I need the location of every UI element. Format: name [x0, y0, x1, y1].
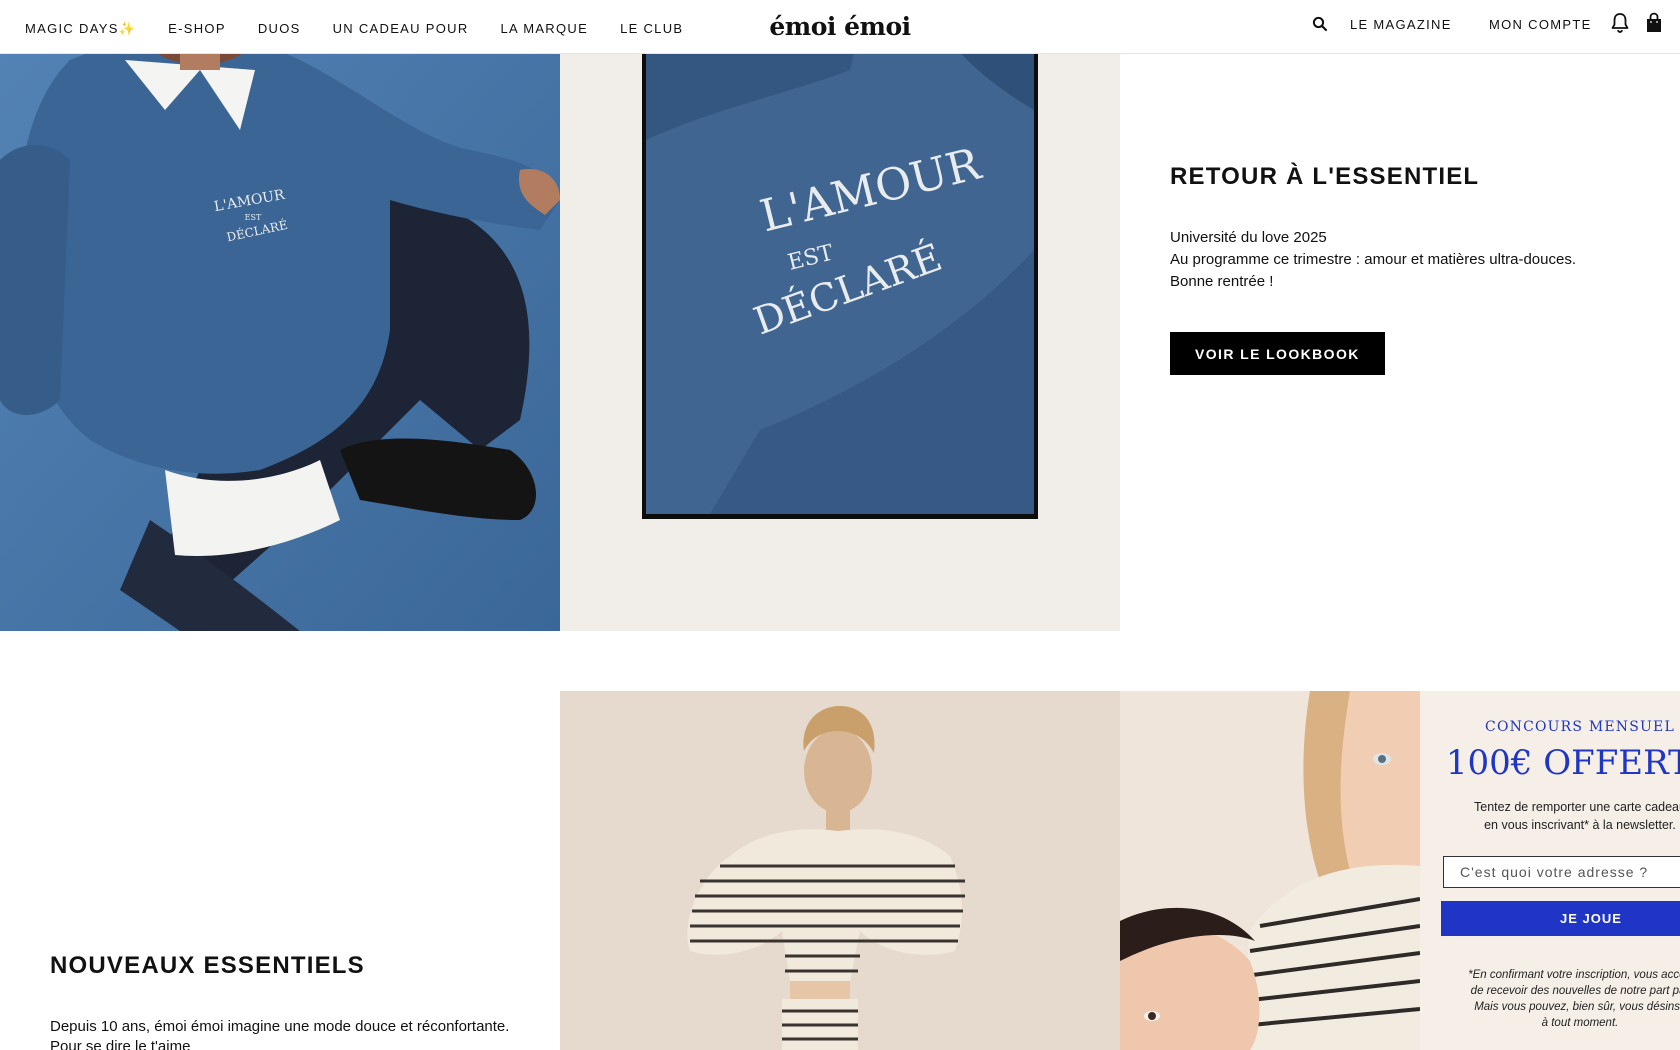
site-logo[interactable]: émoi émoi	[769, 12, 911, 41]
legal-line-4: à tout moment.	[1541, 1017, 1619, 1029]
popup-legal-text: *En confirmant votre inscription, vous a…	[1420, 967, 1680, 1031]
hero-line-1: Université du love 2025	[1170, 229, 1327, 246]
popup-title: 100€ OFFERTS	[1445, 743, 1680, 783]
two-models-photo[interactable]	[1120, 691, 1420, 1050]
striped-model-illustration	[560, 691, 1120, 1050]
hero-model-photo[interactable]: L'AMOUR EST DÉCLARÉ	[0, 0, 560, 631]
popup-text: Tentez de remporter une carte cadeau en …	[1420, 798, 1680, 834]
popup-kicker: CONCOURS MENSUEL	[1485, 719, 1675, 735]
two-models-illustration	[1120, 691, 1420, 1050]
essentials-title: NOUVEAUX ESSENTIELS	[50, 952, 365, 979]
search-icon[interactable]	[1312, 16, 1328, 32]
hero-line-2: Au programme ce trimestre : amour et mat…	[1170, 251, 1576, 268]
nav-le-magazine[interactable]: LE MAGAZINE	[1350, 17, 1452, 32]
site-header: MAGIC DAYS✨ E-SHOP DUOS UN CADEAU POUR L…	[0, 0, 1680, 54]
striped-outfit-photo[interactable]	[560, 691, 1120, 1050]
popup-text-line-1: Tentez de remporter une carte cadeau	[1474, 800, 1680, 814]
newsletter-popup: CONCOURS MENSUEL 100€ OFFERTS Tentez de …	[1420, 691, 1680, 1050]
essentials-line-2: Pour se dire le t'aime	[50, 1038, 191, 1050]
nav-duos[interactable]: DUOS	[258, 21, 301, 37]
hero-text-block: RETOUR À L'ESSENTIEL Université du love …	[1170, 163, 1630, 375]
hero-model-illustration: L'AMOUR EST DÉCLARÉ	[0, 0, 560, 631]
nav-le-club[interactable]: LE CLUB	[620, 21, 683, 37]
nav-magic-days[interactable]: MAGIC DAYS✨	[25, 21, 136, 37]
bell-icon[interactable]	[1610, 12, 1630, 34]
hero-detail-photo[interactable]: L'AMOUR EST DÉCLARÉ	[560, 0, 1120, 631]
legal-line-2: de recevoir des nouvelles de notre part …	[1470, 985, 1680, 997]
lookbook-button[interactable]: VOIR LE LOOKBOOK	[1170, 332, 1385, 375]
nav-mon-compte[interactable]: MON COMPTE	[1489, 17, 1592, 32]
hero-title: RETOUR À L'ESSENTIEL	[1170, 163, 1480, 190]
shopping-bag-icon[interactable]	[1644, 12, 1664, 34]
nav-un-cadeau-pour[interactable]: UN CADEAU POUR	[333, 21, 469, 37]
sweater-closeup-illustration: L'AMOUR EST DÉCLARÉ	[560, 0, 1120, 631]
newsletter-email-input[interactable]	[1443, 856, 1680, 888]
essentials-body: Depuis 10 ans, émoi émoi imagine une mod…	[50, 1017, 520, 1050]
nav-eshop[interactable]: E-SHOP	[168, 21, 226, 37]
je-joue-button[interactable]: JE JOUE	[1441, 901, 1680, 936]
embroidery-small-2: EST	[245, 213, 262, 222]
main-nav: MAGIC DAYS✨ E-SHOP DUOS UN CADEAU POUR L…	[25, 21, 715, 37]
popup-text-line-2: en vous inscrivant* à la newsletter.	[1484, 818, 1676, 832]
hero-line-3: Bonne rentrée !	[1170, 273, 1274, 290]
legal-line-1: *En confirmant votre inscription, vous a…	[1468, 969, 1680, 981]
essentials-line-1: Depuis 10 ans, émoi émoi imagine une mod…	[50, 1018, 510, 1035]
nav-la-marque[interactable]: LA MARQUE	[501, 21, 589, 37]
legal-line-3: Mais vous pouvez, bien sûr, vous désinsc	[1474, 1001, 1680, 1013]
hero-description: Université du love 2025 Au programme ce …	[1170, 227, 1630, 293]
essentials-text-block: NOUVEAUX ESSENTIELS Depuis 10 ans, émoi …	[50, 952, 520, 1050]
